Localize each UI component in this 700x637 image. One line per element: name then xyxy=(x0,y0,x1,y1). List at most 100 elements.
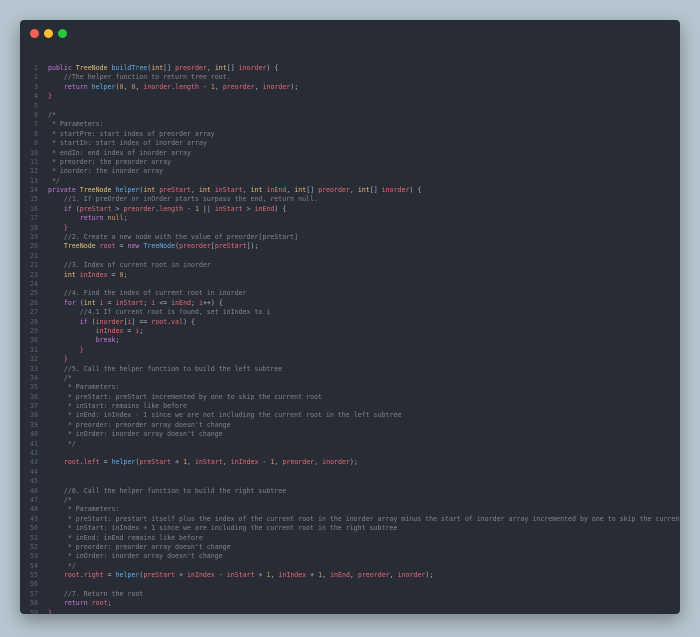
code-token: preorder xyxy=(282,458,315,467)
line-number: 27 xyxy=(30,308,38,317)
code-token: helper xyxy=(115,571,140,580)
code-token: return xyxy=(48,82,92,91)
code-line: 6 /* xyxy=(20,111,680,120)
code-token: * inEnd: inEnd remains like before xyxy=(48,533,203,542)
code-token: new xyxy=(127,242,144,251)
code-line: 27 //4.1 If current root is found, set i… xyxy=(20,308,680,317)
code-editor[interactable]: 1 public TreeNode buildTree(int[] preorde… xyxy=(20,64,680,614)
code-token: = xyxy=(123,326,136,335)
code-token: * inOrder: inorder array doesn't change xyxy=(48,552,223,561)
code-token: = xyxy=(107,270,120,279)
code-token: //5. Call the helper function to build t… xyxy=(48,364,283,373)
code-token: private xyxy=(48,186,80,195)
close-button[interactable] xyxy=(30,29,39,38)
code-token: int xyxy=(198,186,215,195)
code-token: ) { xyxy=(266,64,279,72)
code-token: preorder xyxy=(222,82,255,91)
code-token: public xyxy=(48,64,76,72)
line-number: 26 xyxy=(30,298,38,307)
code-line: 32 } xyxy=(20,355,680,364)
code-line: 51 * inEnd: inEnd remains like before xyxy=(20,534,680,543)
line-number: 19 xyxy=(30,233,38,242)
code-token: inStart xyxy=(195,458,223,467)
line-number: 29 xyxy=(30,326,38,335)
code-token: int xyxy=(214,64,227,72)
code-token: inorder xyxy=(381,186,410,195)
code-token: * startPre: start index of preorder arra… xyxy=(48,129,215,138)
code-token: } xyxy=(48,345,84,354)
maximize-button[interactable] xyxy=(58,29,67,38)
code-token: break xyxy=(48,336,116,345)
line-number: 12 xyxy=(30,167,38,176)
code-token: * inOrder: inorder array doesn't change xyxy=(48,430,223,439)
code-token: , xyxy=(389,571,398,580)
line-number: 55 xyxy=(30,571,38,580)
code-token: preorder xyxy=(175,64,207,72)
code-token: , xyxy=(187,458,195,467)
code-token: [] xyxy=(306,186,319,195)
code-token: /* xyxy=(48,373,72,382)
code-token: ) { xyxy=(183,317,195,326)
code-token: root xyxy=(99,242,116,251)
line-number: 6 xyxy=(34,110,38,119)
code-line: 17 return null; xyxy=(20,214,680,223)
code-line: 35 * Parameters: xyxy=(20,383,680,392)
code-line: 14 private TreeNode helper(int preStart, … xyxy=(20,186,680,195)
code-line: 49 * preStart: prestart itself plus the … xyxy=(20,515,680,524)
code-token: left xyxy=(83,458,100,467)
code-token: inorder xyxy=(143,82,172,91)
code-token: * endIn: end index of inorder array xyxy=(48,148,191,157)
code-line: 15 //1. If preOrder or inOrder starts su… xyxy=(20,195,680,204)
code-token: ); xyxy=(290,82,299,91)
code-token: TreeNode xyxy=(143,242,176,251)
code-token: preStart xyxy=(143,571,176,580)
code-token: for xyxy=(48,298,80,307)
code-token: helper xyxy=(111,458,136,467)
code-token: inorder xyxy=(322,458,350,467)
code-line: 12 * inorder: the inorder array xyxy=(20,167,680,176)
code-line: 50 * inStart: inIndex + 1 since we are i… xyxy=(20,524,680,533)
code-line: 20 TreeNode root = new TreeNode(preorder… xyxy=(20,242,680,251)
code-token: val xyxy=(171,317,184,326)
code-line: 26 for (int i = inStart; i <= inEnd; i++… xyxy=(20,299,680,308)
code-token: [] xyxy=(369,186,382,195)
line-number: 14 xyxy=(30,186,38,195)
line-number: 15 xyxy=(30,195,38,204)
code-token: * Parameters: xyxy=(48,383,120,392)
code-line: 45 xyxy=(20,477,680,486)
code-token: int xyxy=(250,186,267,195)
line-number: 43 xyxy=(30,458,38,467)
line-number: 39 xyxy=(30,420,38,429)
code-token: helper xyxy=(91,82,116,91)
code-line: 25 //4. Find the index of current root i… xyxy=(20,289,680,298)
minimize-button[interactable] xyxy=(44,29,53,38)
code-token: ); xyxy=(425,571,434,580)
code-token: inorder xyxy=(397,571,426,580)
code-line: 5 xyxy=(20,102,680,111)
code-token: if xyxy=(48,204,76,213)
code-token: int xyxy=(48,270,80,279)
line-number: 59 xyxy=(30,608,38,614)
code-line: 39 * preorder: preorder array doesn't ch… xyxy=(20,421,680,430)
line-number: 24 xyxy=(30,279,38,288)
code-token: * inStart: remains like before xyxy=(48,402,187,411)
code-token: * preorder: preorder array doesn't chang… xyxy=(48,542,231,551)
line-number: 23 xyxy=(30,270,38,279)
code-token: } xyxy=(48,223,68,232)
code-token: > xyxy=(242,204,255,213)
code-token: - xyxy=(258,458,271,467)
code-token: - xyxy=(198,82,211,91)
code-token: ; xyxy=(191,298,199,307)
code-token: //1. If preOrder or inOrder starts surpa… xyxy=(48,195,318,204)
code-token: , xyxy=(190,186,199,195)
code-token: ; xyxy=(139,326,144,335)
code-token: */ xyxy=(48,176,60,185)
code-token: * Parameters: xyxy=(48,505,120,514)
line-number: 2 xyxy=(34,73,38,82)
code-token: root xyxy=(91,599,108,608)
line-number: 36 xyxy=(30,392,38,401)
code-line: 41 */ xyxy=(20,440,680,449)
code-token: preStart xyxy=(159,186,191,195)
code-line: 10 * endIn: end index of inorder array xyxy=(20,149,680,158)
code-token: * preStart: preStart incremented by one … xyxy=(48,392,322,401)
